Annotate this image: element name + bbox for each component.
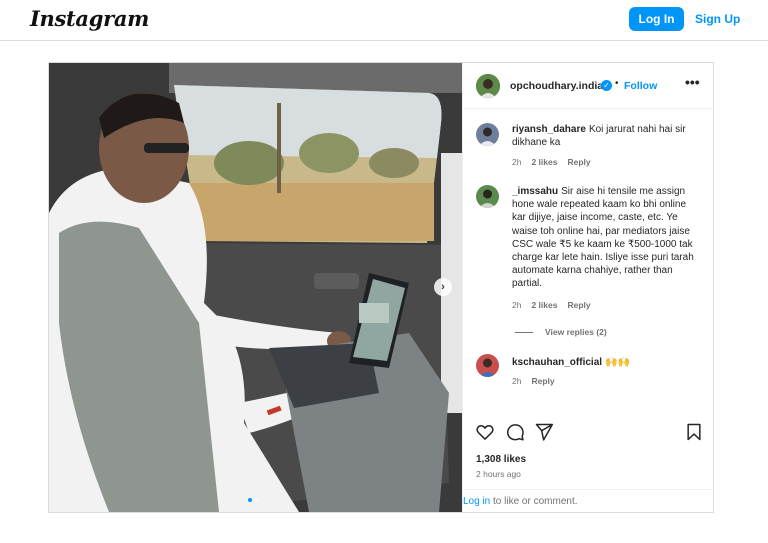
comment-meta: 2h 2 likes Reply <box>512 300 591 310</box>
post-timestamp[interactable]: 2 hours ago <box>476 469 521 479</box>
commenter-avatar[interactable] <box>476 354 499 377</box>
bookmark-icon[interactable] <box>684 422 704 442</box>
share-icon[interactable] <box>534 422 554 442</box>
post-header: opchoudhary.india ✓ • Follow ••• <box>463 63 714 109</box>
reply-button[interactable]: Reply <box>567 157 590 167</box>
login-button[interactable]: Log In <box>629 7 684 31</box>
verified-icon: ✓ <box>601 80 612 91</box>
commenter-avatar-image <box>476 185 499 208</box>
comment-meta: 2h Reply <box>512 376 555 386</box>
login-prompt: Log in to like or comment. <box>463 489 714 512</box>
reply-button[interactable]: Reply <box>531 376 554 386</box>
commenter-avatar-image <box>476 123 499 146</box>
more-icon[interactable]: ••• <box>685 74 700 90</box>
comment-meta: 2h 2 likes Reply <box>512 157 591 167</box>
carousel-next-button[interactable]: › <box>434 278 452 296</box>
comment-time: 2h <box>512 376 522 386</box>
owner-avatar-image <box>476 74 500 98</box>
comment-body: kschauhan_official 🙌🙌 <box>512 356 702 369</box>
comment-likes[interactable]: 2 likes <box>531 300 557 310</box>
comment-icon[interactable] <box>505 422 525 442</box>
heart-icon[interactable] <box>475 422 495 442</box>
post-card: › opchoudhary.india ✓ • Follow ••• riyan… <box>48 62 714 513</box>
commenter-avatar-image <box>476 354 499 377</box>
comment-body: _imssahu Sir aise hi tensile me assign ho… <box>512 185 702 291</box>
separator-dot: • <box>615 78 619 89</box>
carousel-dot-active <box>248 498 252 502</box>
post-photo-illustration <box>49 63 462 512</box>
login-prompt-text: to like or comment. <box>490 496 578 507</box>
post-sidebar: opchoudhary.india ✓ • Follow ••• riyansh… <box>462 63 714 512</box>
instagram-logo[interactable]: Instagram <box>30 6 149 31</box>
comment-text: 🙌🙌 <box>605 357 630 368</box>
follow-button[interactable]: Follow <box>624 80 657 92</box>
comment-time: 2h <box>512 300 522 310</box>
signup-link[interactable]: Sign Up <box>695 12 740 26</box>
owner-avatar[interactable] <box>476 74 500 98</box>
commenter-avatar[interactable] <box>476 185 499 208</box>
comment-username[interactable]: kschauhan_official <box>512 357 602 368</box>
carousel-indicator <box>248 498 259 502</box>
replies-divider-line <box>515 331 533 333</box>
owner-username[interactable]: opchoudhary.india <box>510 80 603 92</box>
comment-likes[interactable]: 2 likes <box>531 157 557 167</box>
carousel-dot <box>255 498 259 502</box>
comment-username[interactable]: _imssahu <box>512 186 558 197</box>
reply-button[interactable]: Reply <box>567 300 590 310</box>
view-replies-button[interactable]: View replies (2) <box>515 327 607 337</box>
comment-body: riyansh_dahare Koi jarurat nahi hai sir d… <box>512 123 702 149</box>
view-replies-label[interactable]: View replies (2) <box>545 327 607 337</box>
top-navigation-bar: Instagram Log In Sign Up <box>0 0 768 41</box>
commenter-avatar[interactable] <box>476 123 499 146</box>
login-link[interactable]: Log in <box>463 496 490 507</box>
likes-count[interactable]: 1,308 likes <box>476 454 526 465</box>
post-actions <box>463 418 714 448</box>
comment-time: 2h <box>512 157 522 167</box>
post-photo[interactable]: › <box>49 63 462 512</box>
comment-text: Sir aise hi tensile me assign hone wale … <box>512 186 694 290</box>
comment-username[interactable]: riyansh_dahare <box>512 124 586 135</box>
